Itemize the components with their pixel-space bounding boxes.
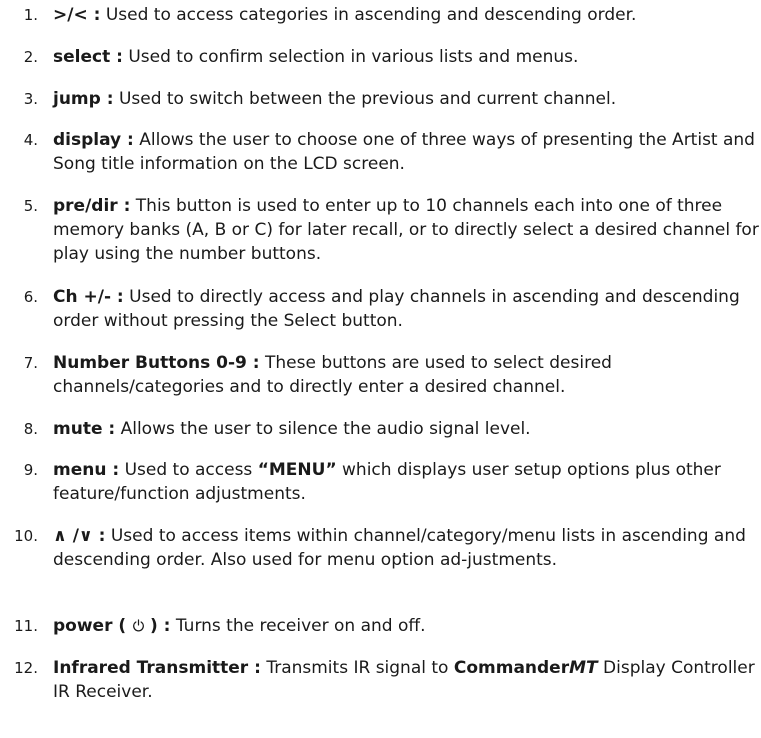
item-term-end: ) : [149, 616, 171, 636]
item-description: Used to access categories in ascending a… [105, 5, 637, 25]
item-term: ∧ /∨ : [53, 526, 106, 546]
brand-suffix: MT [569, 658, 598, 678]
item-description: Used to switch between the previous and … [118, 89, 617, 109]
item-term: pre/dir : [53, 196, 131, 216]
item-description: Used to confirm selection in various lis… [128, 47, 579, 67]
item-term: display : [53, 130, 134, 150]
item-description: Allows the user to choose one of three w… [53, 130, 755, 174]
item-term: mute : [53, 419, 116, 439]
item-term: select : [53, 47, 123, 67]
item-number: 2. [23, 48, 38, 66]
item-term: >/< : [53, 5, 101, 25]
item-term-start: power ( [53, 616, 127, 636]
item-term: Ch +/- : [53, 287, 124, 307]
item-number: 9. [23, 461, 38, 479]
item-number: 11. [14, 617, 38, 635]
item-number: 3. [23, 90, 38, 108]
item-term: Number Buttons 0-9 : [53, 353, 260, 373]
item-number: 5. [23, 197, 38, 215]
item-description: Turns the receiver on and off. [175, 616, 426, 636]
power-icon [132, 615, 145, 632]
item-description: Allows the user to silence the audio sig… [120, 419, 531, 439]
item-number: 6. [23, 288, 38, 306]
menu-quoted-term: “MENU” [257, 460, 337, 480]
item-description: Used to directly access and play channel… [53, 287, 740, 331]
item-description: Used to access items within channel/cate… [53, 526, 746, 570]
item-description-start: Transmits IR signal to [266, 658, 449, 678]
brand-name: Commander [453, 658, 570, 678]
item-term: Infrared Transmitter : [53, 658, 261, 678]
item-number: 7. [23, 354, 38, 372]
item-number: 4. [23, 131, 38, 149]
item-description: This button is used to enter up to 10 ch… [53, 196, 759, 264]
item-term: menu : [53, 460, 120, 480]
item-number: 10. [14, 527, 38, 545]
item-number: 8. [23, 420, 38, 438]
item-term: jump : [53, 89, 114, 109]
item-number: 1. [23, 6, 38, 24]
remote-button-list: 1. >/< : Used to access categories in as… [0, 0, 761, 738]
item-description-start: Used to access [124, 460, 253, 480]
item-number: 12. [14, 659, 38, 677]
